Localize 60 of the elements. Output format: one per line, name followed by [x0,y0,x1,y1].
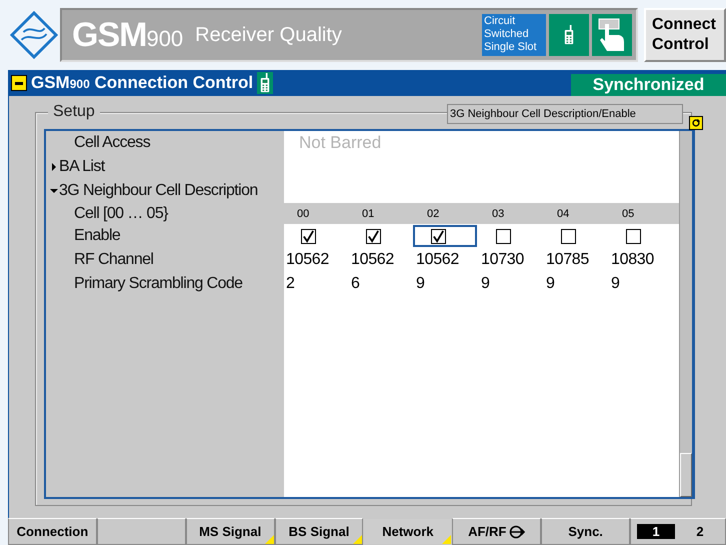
table-cell-text: 10730 [480,251,525,269]
table-cell-text: 9 [480,275,491,293]
table-cell-text: 6 [350,275,361,293]
section-title: Setup [48,103,100,121]
tab[interactable]: MS Signal [186,518,275,545]
checkbox[interactable] [366,228,381,244]
row-label: Primary Scrambling Code [73,275,242,293]
logo-icon [8,8,60,62]
checkbox[interactable] [561,228,576,244]
hint-field: 3G Neighbour Cell Description/Enable [447,104,683,124]
sync-status: Synchronized [571,74,726,96]
expand-arrow-icon[interactable] [50,187,58,195]
table-cell-text: 10562 [285,251,330,269]
table-cell-text: 10562 [415,251,460,269]
tree-item[interactable]: 3G Neighbour Cell Description [59,182,258,200]
tree-item[interactable]: BA List [59,158,105,176]
table-cell-text: 9 [610,275,621,293]
table-cell-text: 9 [545,275,556,293]
row-label: RF Channel [73,251,154,269]
hand-icon [592,14,632,56]
row-label: Enable [73,227,120,245]
screen-title: Receiver Quality [195,24,342,46]
scrollbar-thumb[interactable] [680,453,692,497]
column-header: 05 [621,208,636,220]
connection-title: GSM900 Connection Control [31,73,254,93]
app-title: GSM900 [72,16,184,54]
expand-arrow-icon[interactable] [50,163,58,171]
checkbox[interactable] [496,228,511,244]
tab[interactable]: Sync. [541,518,630,545]
column-header: 01 [361,208,376,220]
mode-label: Circuit Switched Single Slot [482,14,546,56]
checkbox[interactable] [626,228,641,244]
tab[interactable]: Connection [8,518,97,545]
phone-icon [549,14,589,56]
table-cell-text: 10785 [545,251,590,269]
row-label: Cell [00 … 05} [73,204,168,222]
column-header: 02 [426,208,440,220]
tab[interactable] [96,518,186,545]
checkbox[interactable] [431,228,446,244]
column-header: 03 [491,208,506,220]
tab[interactable]: AF/RF [452,518,542,545]
table-cell-text: 10562 [350,251,395,269]
table-cell-text: 2 [285,275,296,293]
page-number[interactable]: 1 [637,524,676,539]
column-header: 04 [556,208,570,220]
column-header: 00 [296,208,310,220]
table-cell-text: 9 [415,275,426,293]
table-cell-text: 10830 [610,251,655,269]
phone-icon [257,72,274,94]
page-selector[interactable]: 1 2 [630,518,726,545]
refresh-icon[interactable] [689,116,703,130]
target-arrow-icon [509,524,526,538]
setting-label: Cell Access [74,134,150,152]
checkbox[interactable] [301,228,316,244]
tab[interactable]: BS Signal [274,518,364,545]
connect-control-button[interactable]: Connect Control [644,8,726,62]
minimize-icon[interactable] [11,75,27,91]
tab[interactable]: Network [363,518,452,545]
scrollbar[interactable] [679,131,692,497]
page-number[interactable]: 2 [681,524,720,539]
